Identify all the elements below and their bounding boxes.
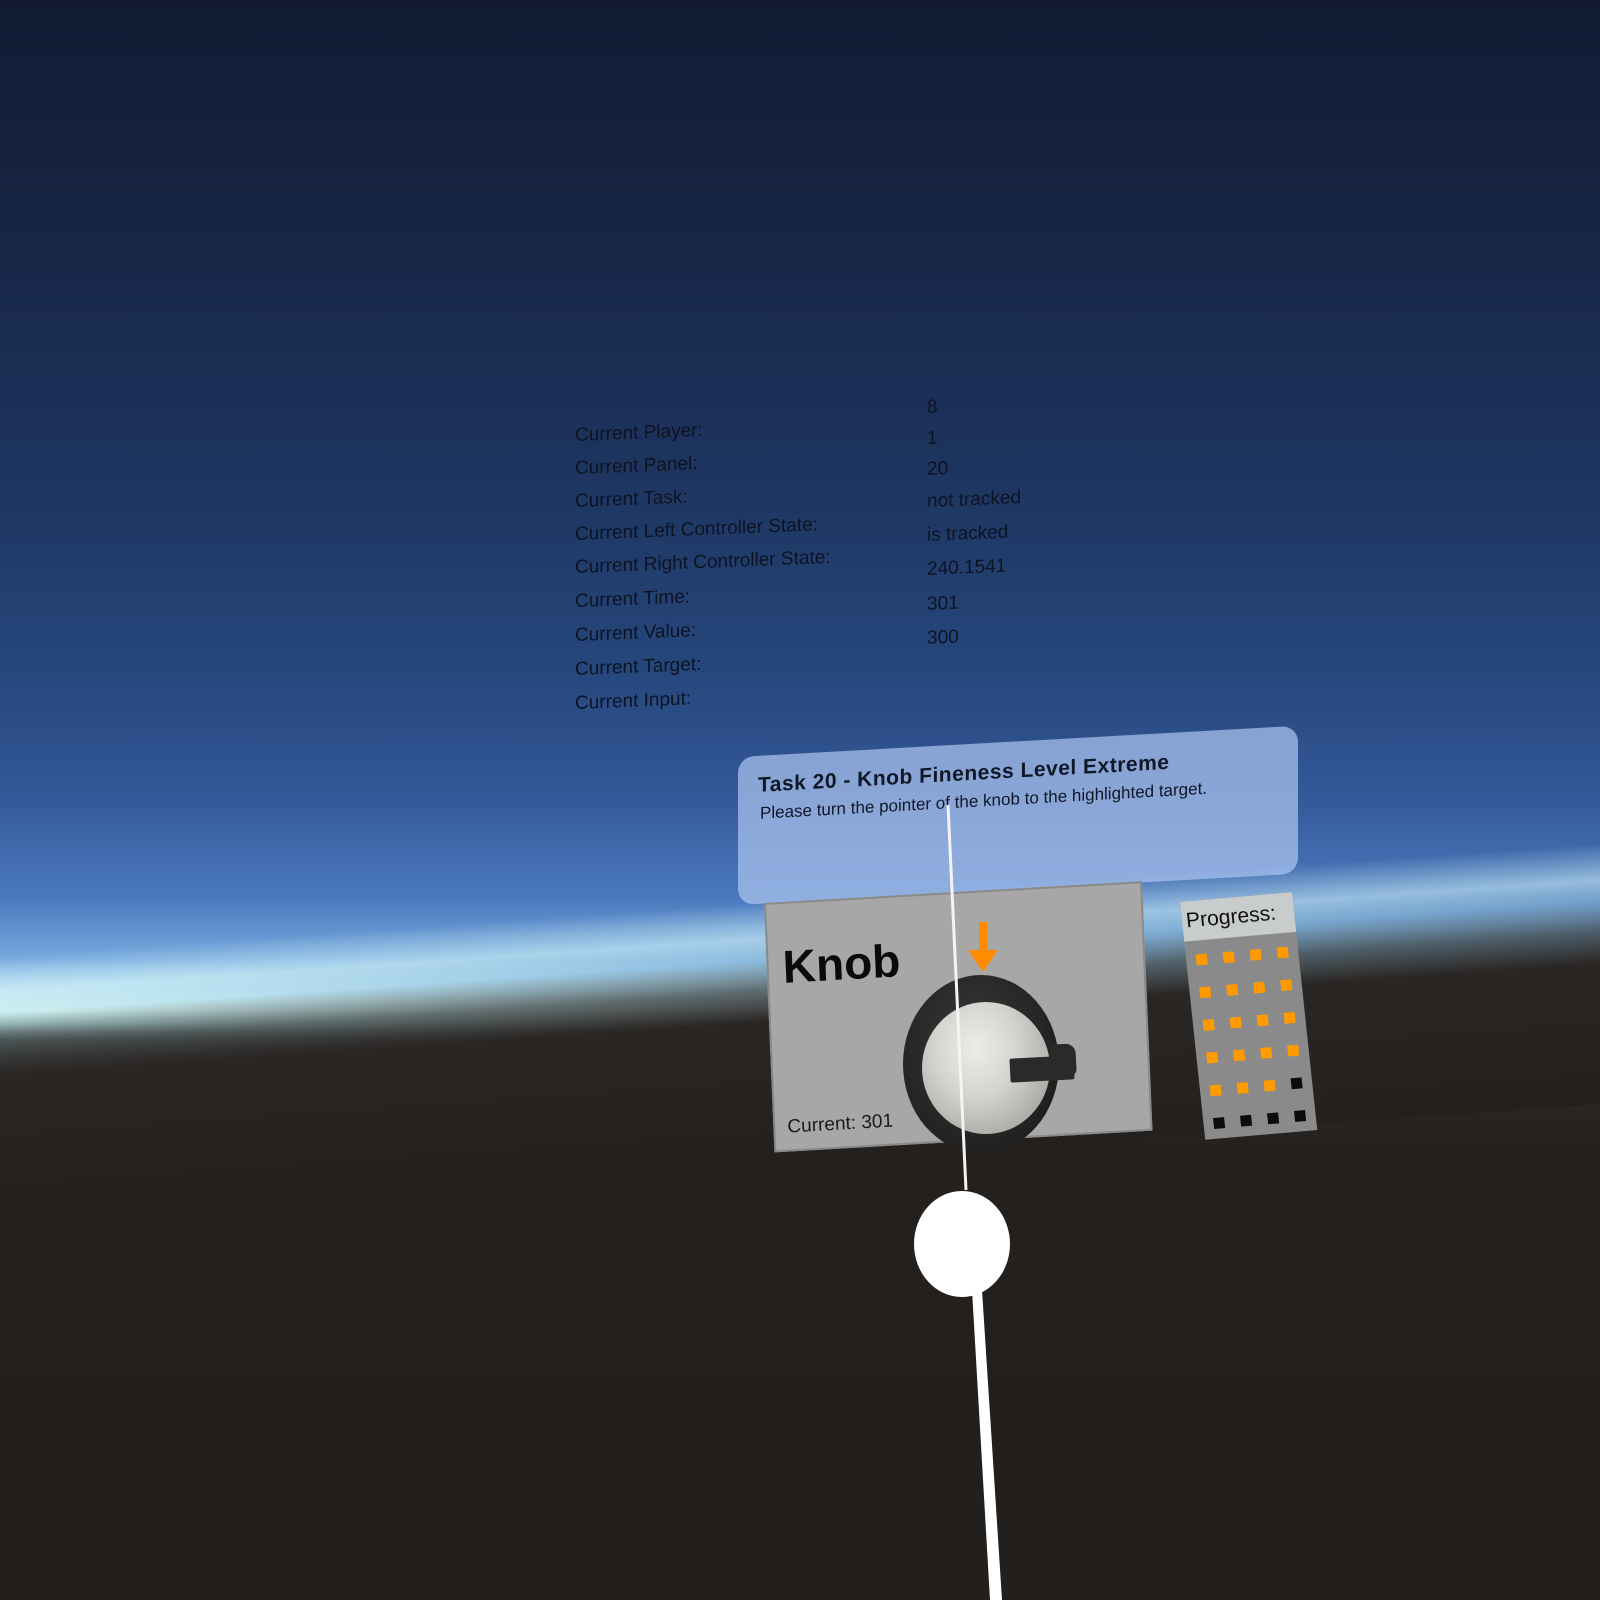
progress-dot-complete	[1236, 1082, 1249, 1094]
progress-dot-pending	[1290, 1077, 1303, 1090]
debug-label-player: Current Player:	[575, 419, 703, 446]
debug-label-input: Current Input:	[575, 688, 692, 714]
progress-dot-complete	[1280, 979, 1293, 992]
progress-dot-complete	[1287, 1044, 1300, 1057]
progress-dot-complete	[1195, 953, 1208, 966]
progress-dot-complete	[1209, 1084, 1222, 1097]
instruction-panel: Task 20 - Knob Fineness Level Extreme Pl…	[738, 725, 1298, 905]
debug-value-value: 301	[927, 592, 959, 615]
debug-label-right-controller: Current Right Controller State:	[575, 546, 831, 578]
progress-dot-complete	[1260, 1047, 1273, 1059]
debug-label-task: Current Task:	[575, 486, 688, 512]
progress-dot-complete	[1206, 1051, 1219, 1064]
progress-dot-complete	[1276, 946, 1289, 959]
progress-dot-complete	[1253, 981, 1266, 994]
vr-scene: Current Player: 8 Current Panel: 1 Curre…	[0, 0, 1600, 1600]
progress-dot-pending	[1294, 1110, 1307, 1122]
debug-label-left-controller: Current Left Controller State:	[575, 514, 818, 545]
controller-cursor-icon	[914, 1191, 1010, 1297]
controller-ray-lower	[972, 1290, 1002, 1600]
progress-dot-complete	[1283, 1011, 1296, 1024]
debug-value-left-controller: not tracked	[927, 487, 1021, 512]
debug-label-value: Current Value:	[575, 620, 697, 646]
debug-info: Current Player: 8 Current Panel: 1 Curre…	[575, 396, 1075, 735]
debug-value-player: 8	[927, 396, 938, 418]
progress-dot-complete	[1263, 1079, 1276, 1092]
progress-header: Progress:	[1180, 892, 1297, 942]
progress-dot-pending	[1213, 1117, 1226, 1130]
knob-pointer-tip[interactable]	[1049, 1043, 1077, 1077]
debug-label-target: Current Target:	[575, 653, 702, 680]
debug-value-task: 20	[927, 458, 949, 480]
progress-dot-complete	[1226, 984, 1239, 996]
debug-value-target: 300	[927, 626, 959, 649]
progress-dot-complete	[1256, 1014, 1269, 1027]
progress-dot-complete	[1222, 951, 1235, 964]
progress-dot-complete	[1249, 948, 1262, 961]
debug-value-panel: 1	[927, 427, 938, 449]
debug-value-right-controller: is tracked	[927, 521, 1009, 546]
progress-dot-complete	[1229, 1016, 1242, 1029]
debug-label-panel: Current Panel:	[575, 453, 698, 479]
debug-value-time: 240.1541	[927, 555, 1007, 580]
knob-title: Knob	[781, 934, 902, 993]
down-arrow-icon	[968, 922, 998, 972]
debug-label-time: Current Time:	[575, 586, 691, 612]
progress-dot-complete	[1202, 1019, 1215, 1031]
knob-current-value: Current: 301	[787, 1110, 894, 1138]
progress-dot-pending	[1267, 1112, 1280, 1125]
progress-dot-complete	[1233, 1049, 1246, 1062]
progress-dot-pending	[1240, 1114, 1253, 1127]
progress-dot-complete	[1199, 986, 1212, 999]
progress-label: Progress:	[1184, 901, 1278, 933]
